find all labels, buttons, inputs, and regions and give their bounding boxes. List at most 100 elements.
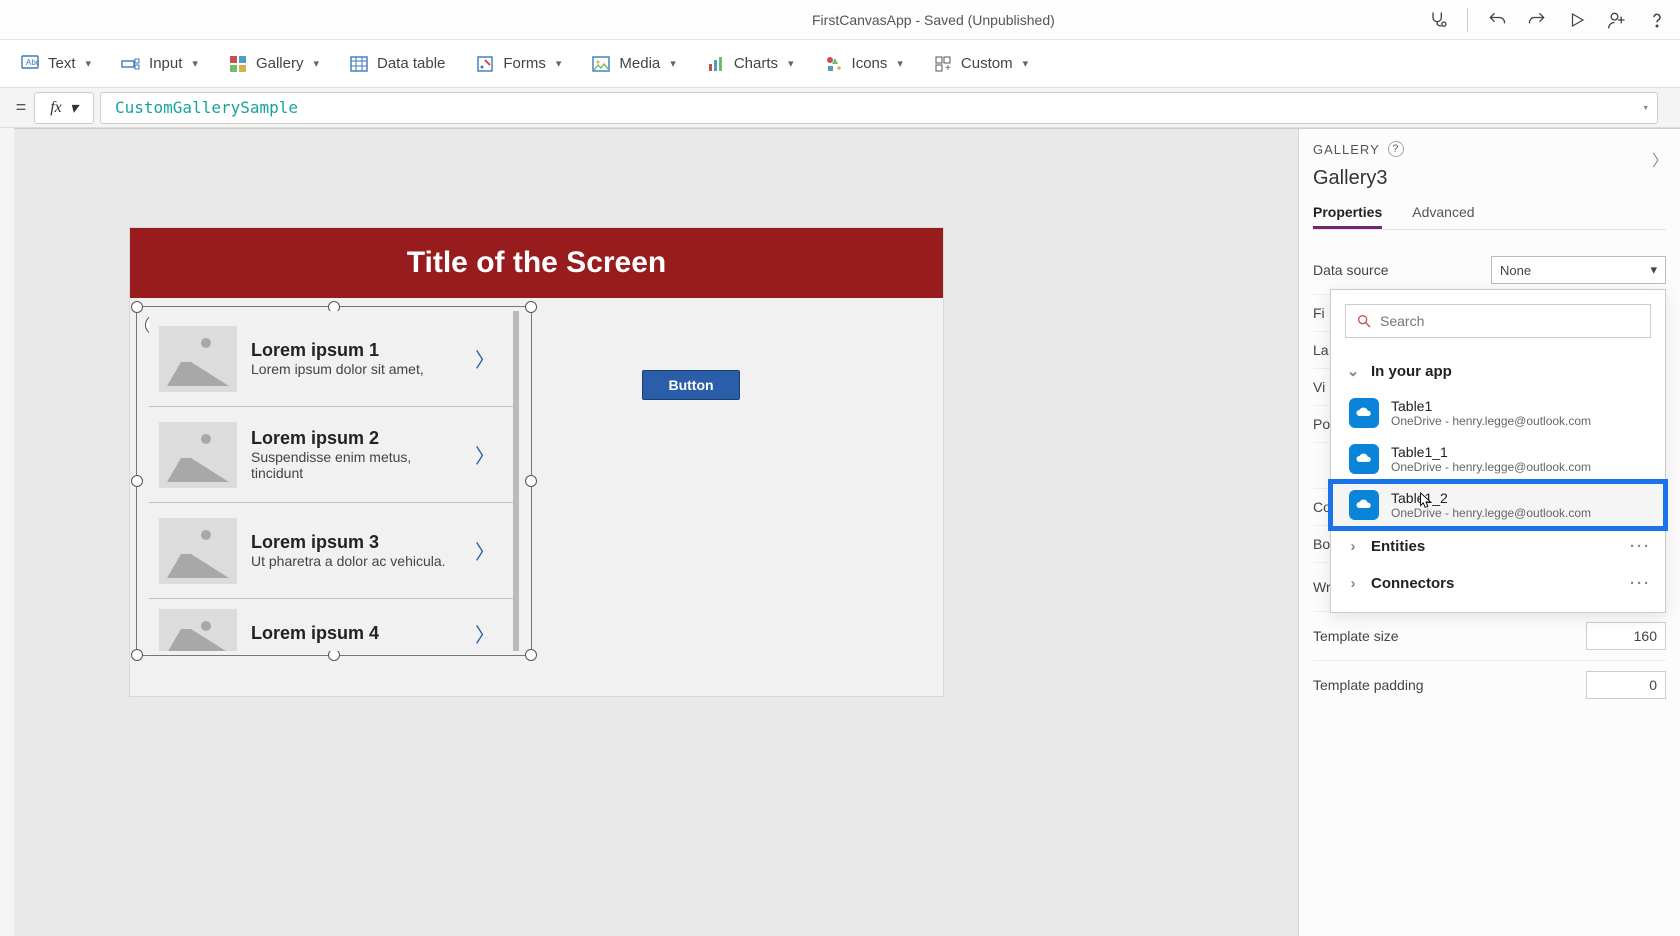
item-subtitle: Suspendisse enim metus, tincidunt [251, 449, 461, 481]
gallery-item[interactable]: Lorem ipsum 1 Lorem ipsum dolor sit amet… [149, 311, 513, 407]
item-name: Table1 [1391, 398, 1591, 414]
data-source-item[interactable]: Table1 OneDrive - henry.legge@outlook.co… [1331, 390, 1665, 436]
data-source-item-highlighted[interactable]: Table1_2 OneDrive - henry.legge@outlook.… [1331, 482, 1665, 528]
properties-panel: 〉 GALLERY ? Gallery3 Properties Advanced… [1298, 129, 1680, 936]
charts-icon [706, 54, 726, 74]
play-icon[interactable] [1566, 9, 1588, 31]
help-icon[interactable]: ? [1388, 141, 1404, 157]
gallery-item[interactable]: Lorem ipsum 4 〉 [149, 599, 513, 651]
template-padding-input[interactable]: 0 [1586, 671, 1666, 699]
chevron-right-icon: › [1345, 538, 1361, 555]
button-control[interactable]: Button [642, 370, 740, 400]
search-input[interactable] [1380, 313, 1640, 329]
undo-icon[interactable] [1486, 9, 1508, 31]
prop-template-size: Template size 160 [1313, 612, 1666, 661]
data-source-item[interactable]: Table1_1 OneDrive - henry.legge@outlook.… [1331, 436, 1665, 482]
equals-label: = [8, 97, 34, 118]
ribbon-media[interactable]: Media▾ [591, 54, 675, 74]
item-source: OneDrive - henry.legge@outlook.com [1391, 460, 1591, 474]
resize-handle[interactable] [525, 475, 537, 487]
prop-template-padding: Template padding 0 [1313, 661, 1666, 709]
image-placeholder-icon [159, 422, 237, 488]
chevron-down-icon: ▾ [86, 57, 92, 70]
item-title: Lorem ipsum 4 [251, 623, 461, 644]
chevron-right-icon[interactable]: 〉 [475, 536, 503, 565]
chevron-down-icon: ▾ [1023, 57, 1029, 70]
formula-input[interactable]: CustomGallerySample ▾ [100, 92, 1658, 124]
title-bar: FirstCanvasApp - Saved (Unpublished) [0, 0, 1680, 40]
fx-dropdown[interactable]: fx ▾ [34, 92, 94, 124]
ribbon-input[interactable]: Input▾ [121, 54, 198, 74]
redo-icon[interactable] [1526, 9, 1548, 31]
item-subtitle: Lorem ipsum dolor sit amet, [251, 361, 461, 377]
ribbon-icons[interactable]: Icons▾ [824, 54, 903, 74]
resize-handle[interactable] [525, 301, 537, 313]
gallery-item[interactable]: Lorem ipsum 3 Ut pharetra a dolor ac veh… [149, 503, 513, 599]
svg-text:+: + [945, 63, 951, 73]
chevron-right-icon[interactable]: 〉 [475, 440, 503, 469]
formula-bar: = fx ▾ CustomGallerySample ▾ [0, 88, 1680, 128]
canvas-area: Title of the Screen Lorem ipsum 1 Lorem … [14, 128, 1680, 936]
chevron-right-icon[interactable]: 〉 [475, 619, 503, 648]
chevron-right-icon[interactable]: 〉 [475, 344, 503, 373]
section-connectors[interactable]: › Connectors ··· [1331, 565, 1665, 612]
forms-icon [475, 54, 495, 74]
section-entities[interactable]: › Entities ··· [1331, 528, 1665, 565]
insert-ribbon: Abc Text▾ Input▾ Gallery▾ Data table For… [0, 40, 1680, 88]
item-subtitle: Ut pharetra a dolor ac vehicula. [251, 553, 461, 569]
image-placeholder-icon [159, 518, 237, 584]
image-placeholder-icon [159, 326, 237, 392]
ribbon-custom[interactable]: + Custom▾ [933, 54, 1028, 74]
panel-tabs: Properties Advanced [1313, 198, 1666, 230]
ribbon-gallery[interactable]: Gallery▾ [228, 54, 319, 74]
template-size-input[interactable]: 160 [1586, 622, 1666, 650]
screen-title-label: Title of the Screen [130, 228, 943, 298]
item-source: OneDrive - henry.legge@outlook.com [1391, 414, 1591, 428]
media-icon [591, 54, 611, 74]
app-title: FirstCanvasApp - Saved (Unpublished) [812, 12, 1055, 28]
chevron-down-icon: ▾ [670, 57, 676, 70]
resize-handle[interactable] [525, 649, 537, 661]
app-screen[interactable]: Title of the Screen Lorem ipsum 1 Lorem … [129, 227, 944, 697]
ribbon-charts[interactable]: Charts▾ [706, 54, 794, 74]
table-icon [349, 54, 369, 74]
tab-properties[interactable]: Properties [1313, 198, 1382, 229]
section-in-your-app[interactable]: ⌄ In your app [1331, 352, 1665, 390]
more-icon[interactable]: ··· [1630, 538, 1651, 555]
onedrive-icon [1349, 398, 1379, 428]
data-source-select[interactable]: None ▾ [1491, 256, 1666, 284]
resize-handle[interactable] [131, 301, 143, 313]
search-icon [1356, 313, 1372, 329]
chevron-down-icon: ▾ [897, 57, 903, 70]
gallery-control[interactable]: Lorem ipsum 1 Lorem ipsum dolor sit amet… [136, 306, 532, 656]
tab-advanced[interactable]: Advanced [1412, 198, 1474, 229]
prop-data-source: Data source None ▾ [1313, 246, 1666, 295]
ribbon-datatable[interactable]: Data table [349, 54, 445, 74]
data-source-popup: ⌄ In your app Table1 OneDrive - henry.le… [1330, 289, 1666, 613]
stethoscope-icon[interactable] [1427, 9, 1449, 31]
chevron-down-icon: ▾ [556, 57, 562, 70]
chevron-down-icon: ▾ [70, 98, 78, 118]
ribbon-forms[interactable]: Forms▾ [475, 54, 561, 74]
chevron-down-icon: ▾ [313, 57, 319, 70]
item-name: Table1_1 [1391, 444, 1591, 460]
share-icon[interactable] [1606, 9, 1628, 31]
cursor-icon [1419, 492, 1433, 510]
custom-icon: + [933, 54, 953, 74]
resize-handle[interactable] [131, 649, 143, 661]
resize-handle[interactable] [131, 475, 143, 487]
more-icon[interactable]: ··· [1630, 575, 1651, 592]
chevron-down-icon: ⌄ [1345, 362, 1361, 380]
search-box[interactable] [1345, 304, 1651, 338]
onedrive-icon [1349, 490, 1379, 520]
chevron-right-icon[interactable]: 〉 [1652, 147, 1668, 171]
element-name: Gallery3 [1313, 167, 1666, 190]
chevron-right-icon: › [1345, 575, 1361, 592]
gallery-item[interactable]: Lorem ipsum 2 Suspendisse enim metus, ti… [149, 407, 513, 503]
help-icon[interactable] [1646, 9, 1668, 31]
image-placeholder-icon [159, 609, 237, 652]
chevron-down-icon[interactable]: ▾ [1642, 101, 1649, 114]
gallery-list: Lorem ipsum 1 Lorem ipsum dolor sit amet… [149, 311, 519, 651]
ribbon-text[interactable]: Abc Text▾ [20, 54, 91, 74]
chevron-down-icon: ▾ [788, 57, 794, 70]
